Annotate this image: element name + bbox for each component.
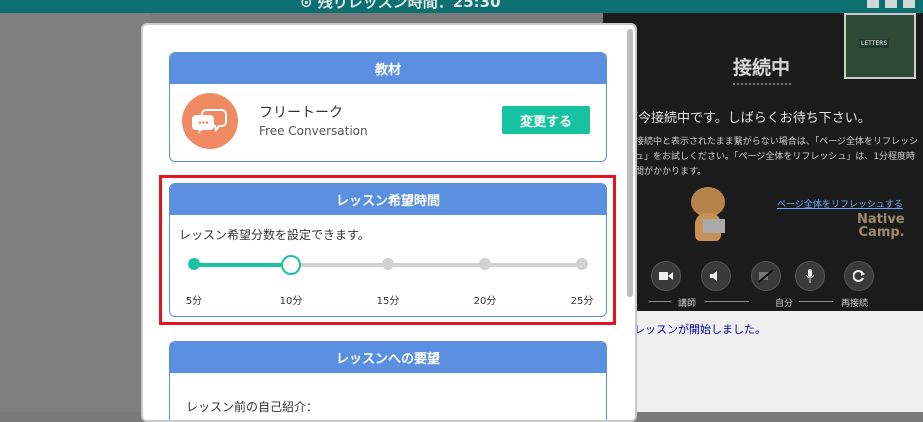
reconnect-button[interactable] — [844, 261, 874, 291]
speaker-icon — [710, 271, 717, 281]
thumbnail-label: LETTERS — [859, 39, 890, 48]
video-camera-icon — [659, 272, 673, 280]
close-icon[interactable] — [903, 0, 915, 8]
connection-status-title: 接続中 — [733, 57, 791, 79]
microphone-icon — [805, 269, 815, 283]
chat-message: レッスンが開始しました。 — [634, 323, 766, 336]
self-camera-thumbnail: LETTERS — [844, 13, 916, 79]
scrollbar-thumb[interactable] — [627, 29, 633, 297]
refresh-icon — [853, 270, 865, 282]
camera-off-icon — [758, 269, 774, 283]
chat-bubbles-icon — [182, 93, 238, 149]
self-camera-button[interactable] — [751, 261, 781, 291]
window-controls — [867, 0, 915, 8]
material-header: 教材 — [170, 53, 606, 84]
minimize-icon[interactable] — [867, 0, 879, 8]
top-bar: ⊙ 残りレッスン時間：25:30 — [0, 0, 923, 13]
connection-note: 接続中と表示されたまま繋がらない場合は、「ページ全体をリフレッシュ」をお試しくだ… — [635, 137, 919, 177]
request-header: レッスンへの要望 — [170, 342, 606, 373]
mascot-bear-icon — [687, 183, 729, 245]
teacher-camera-button[interactable] — [651, 261, 681, 291]
self-mic-button[interactable] — [795, 261, 825, 291]
material-subtitle: Free Conversation — [259, 124, 368, 138]
self-label: 自分 — [775, 299, 794, 309]
reconnect-label: 再接続 — [841, 299, 869, 309]
highlight-annotation — [159, 175, 616, 325]
remaining-time: ⊙ 残りレッスン時間：25:30 — [300, 0, 501, 11]
teacher-speaker-button[interactable] — [701, 261, 731, 291]
change-material-button[interactable]: 変更する — [502, 106, 590, 134]
divider — [733, 83, 791, 85]
lesson-request-card: レッスンへの要望 レッスン前の自己紹介： — [169, 341, 607, 420]
backdrop — [0, 13, 150, 412]
brand-logo: Native Camp. — [857, 212, 905, 240]
maximize-icon[interactable] — [885, 0, 897, 8]
refresh-page-link[interactable]: ページ全体をリフレッシュする — [777, 197, 903, 210]
self-introduction-label: レッスン前の自己紹介： — [186, 400, 319, 414]
material-card: 教材 フリートーク Free Conversation 変更する — [169, 52, 607, 162]
material-title: フリートーク — [259, 105, 343, 121]
teacher-label: 講師 — [678, 299, 697, 309]
video-panel: LETTERS 接続中 ご今接続中です。しばらくお待ち下さい。 接続中と表示され… — [603, 13, 923, 311]
chat-log: レッスンが開始しました。 — [603, 311, 923, 412]
connection-status-message: ご今接続中です。しばらくお待ち下さい。 — [625, 111, 871, 126]
